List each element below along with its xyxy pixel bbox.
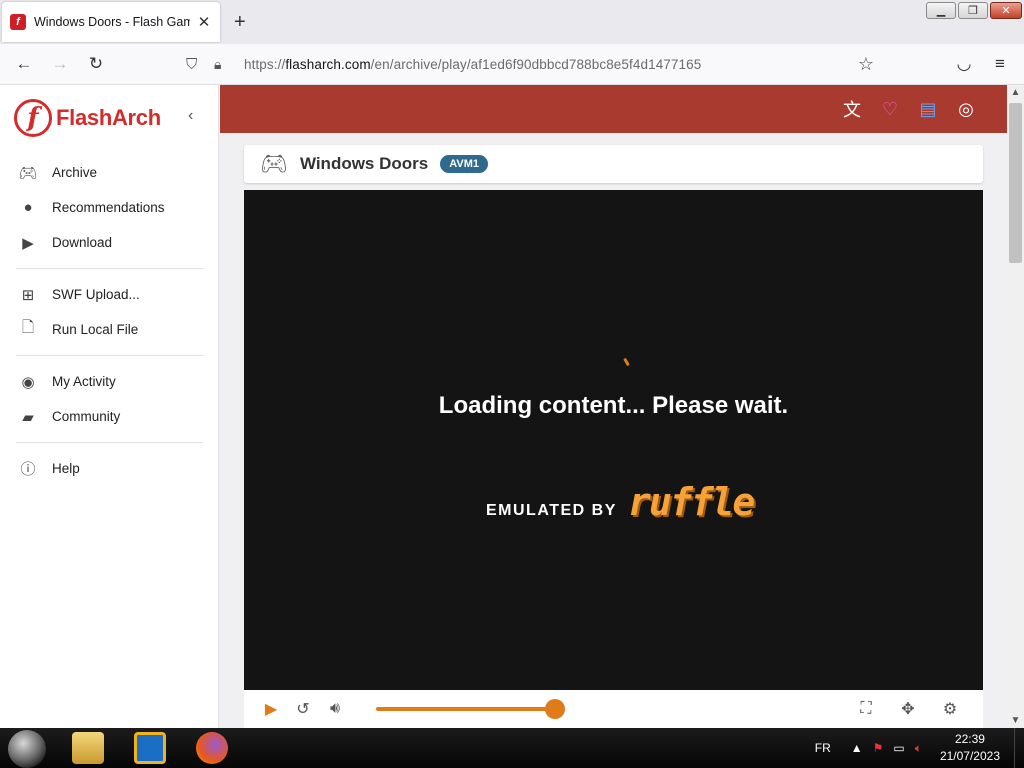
emulated-by-label: EMULATED BY xyxy=(486,502,617,519)
sidebar-item-recommendations[interactable]: ● Recommendations xyxy=(0,190,219,225)
chat-icon: ▰ xyxy=(22,408,34,426)
new-tab-icon[interactable]: + xyxy=(234,12,246,32)
restore-window-button[interactable]: ❐ xyxy=(958,2,988,19)
sidebar-item-archive[interactable]: 🎮︎ Archive xyxy=(0,155,219,190)
page-scrollbar[interactable]: ▲ ▼ xyxy=(1007,85,1024,728)
url-text[interactable]: https://flasharch.com/en/archive/play/af… xyxy=(244,57,701,72)
player-controls: ▶ ↺ 🔊︎ ⛶ ✥ ⚙ xyxy=(244,690,983,728)
menu-divider xyxy=(16,355,203,356)
file-explorer-icon[interactable] xyxy=(72,732,104,764)
sidebar-item-help[interactable]: ⓘ Help xyxy=(0,451,219,486)
gamepad-icon: 🎮︎ xyxy=(18,164,38,182)
gamepad-icon: 🎮︎ xyxy=(260,151,288,176)
close-tab-icon[interactable]: ✕ xyxy=(196,13,212,31)
brand-name: FlashArch xyxy=(56,105,161,130)
reload-icon[interactable]: ↻ xyxy=(84,52,108,76)
collapse-sidebar-chevron-icon[interactable]: ‹ xyxy=(188,107,193,125)
network-icon[interactable]: ▭ xyxy=(893,741,904,755)
windows-taskbar: FR ▲ ⚑ ▭ 🔈︎ 22:39 21/07/2023 xyxy=(0,728,1024,768)
sidebar-item-label: Recommendations xyxy=(52,200,165,215)
sidebar-item-label: Run Local File xyxy=(52,322,139,337)
system-tray: FR ▲ ⚑ ▭ 🔈︎ 22:39 21/07/2023 xyxy=(815,728,1024,768)
ruffle-logo[interactable]: ruffle xyxy=(628,480,755,524)
download-icon: ▶︎ xyxy=(22,234,34,252)
settings-gear-icon[interactable]: ⚙ xyxy=(939,698,961,720)
menu-divider xyxy=(16,442,203,443)
flasharch-logo-mark-icon: f xyxy=(14,99,52,137)
start-button[interactable] xyxy=(8,730,46,768)
help-icon: ⓘ xyxy=(20,461,36,478)
sidebar-item-label: Archive xyxy=(52,165,98,180)
tray-expand-icon[interactable]: ▲ xyxy=(851,741,863,755)
person-icon: ◉ xyxy=(21,373,35,391)
file-icon: 🗋︎ xyxy=(21,319,35,336)
translate-icon[interactable]: 文 xyxy=(841,98,863,120)
clock-date: 21/07/2023 xyxy=(939,749,1000,763)
play-icon[interactable]: ▶ xyxy=(260,698,282,720)
language-indicator[interactable]: FR xyxy=(815,741,831,755)
sidebar-item-label: My Activity xyxy=(52,374,116,389)
flasharch-logo[interactable]: f FlashArch xyxy=(14,99,161,137)
volume-muted-icon[interactable]: 🔈︎ xyxy=(915,741,922,756)
navigation-toolbar: ← → ↻ ⛉ 🔒︎ https://flasharch.com/en/arch… xyxy=(0,44,1024,85)
flasharch-favicon-icon: f xyxy=(10,14,26,30)
volume-icon[interactable]: 🔊︎ xyxy=(324,698,346,720)
sidebar-item-run-local-file[interactable]: 🗋︎ Run Local File xyxy=(0,312,219,347)
avm-badge: AVM1 xyxy=(440,155,488,173)
minimize-window-button[interactable]: ▁ xyxy=(926,2,956,19)
firefox-icon[interactable] xyxy=(196,732,228,764)
scroll-down-arrow-icon[interactable]: ▼ xyxy=(1007,715,1024,726)
sidebar-item-swf-upload[interactable]: ⊞ SWF Upload... xyxy=(0,277,219,312)
game-title: Windows Doors xyxy=(299,154,429,173)
back-arrow-icon[interactable]: ← xyxy=(12,52,36,76)
clock-time: 22:39 xyxy=(954,732,985,746)
sidebar-item-my-activity[interactable]: ◉ My Activity xyxy=(0,364,219,399)
bookmark-star-icon[interactable]: ☆ xyxy=(858,54,874,75)
address-bar[interactable]: ⛉ 🔒︎ https://flasharch.com/en/archive/pl… xyxy=(180,49,880,80)
flame-icon: ● xyxy=(23,199,33,216)
player-controls-right: ⛶ ✥ ⚙ xyxy=(855,698,971,720)
tracking-protection-shield-icon[interactable]: ⛉ xyxy=(186,56,206,73)
menu-divider xyxy=(16,268,203,269)
volume-slider[interactable] xyxy=(376,699,565,719)
sidebar-item-download[interactable]: ▶︎ Download xyxy=(0,225,219,260)
sidebar: f FlashArch ‹ 🎮︎ Archive ● Recommendatio… xyxy=(0,85,219,728)
virtualbox-icon[interactable] xyxy=(134,732,166,764)
scroll-up-arrow-icon[interactable]: ▲ xyxy=(1007,87,1024,98)
heart-icon[interactable]: ♡ xyxy=(879,98,901,120)
pocket-icon[interactable]: ◡ xyxy=(952,52,976,76)
sidebar-menu: 🎮︎ Archive ● Recommendations ▶︎ Download… xyxy=(0,155,219,486)
slider-knob[interactable] xyxy=(545,699,565,719)
active-tab[interactable]: f Windows Doors - Flash Games ✕ xyxy=(2,2,220,42)
window-controls: ▁ ❐ ✕ xyxy=(926,2,1022,19)
site-header: 文 ♡ ▤ ◎ xyxy=(220,85,1007,133)
show-desktop-button[interactable] xyxy=(1014,728,1024,768)
move-icon[interactable]: ✥ xyxy=(897,698,919,720)
forward-arrow-icon[interactable]: → xyxy=(48,52,72,76)
sidebar-item-label: SWF Upload... xyxy=(52,287,140,302)
sidebar-item-label: Community xyxy=(52,409,121,424)
close-window-button[interactable]: ✕ xyxy=(990,2,1022,19)
plus-box-icon: ⊞ xyxy=(21,286,35,304)
action-center-flag-icon[interactable]: ⚑ xyxy=(873,741,884,755)
tab-bar: f Windows Doors - Flash Games ✕ + ▁ ❐ ✕ xyxy=(0,0,1024,44)
sidebar-item-label: Help xyxy=(52,461,80,476)
ruffle-player[interactable]: Loading content... Please wait. EMULATED… xyxy=(244,190,983,690)
sidebar-item-community[interactable]: ▰ Community xyxy=(0,399,219,434)
hamburger-menu-icon[interactable]: ≡ xyxy=(988,52,1012,76)
loading-message: Loading content... Please wait. xyxy=(438,392,789,419)
sidebar-item-label: Download xyxy=(52,235,113,250)
game-header-card: 🎮︎ Windows Doors AVM1 xyxy=(244,145,983,183)
scrollbar-thumb[interactable] xyxy=(1009,103,1022,263)
clock[interactable]: 22:39 21/07/2023 xyxy=(940,731,1000,765)
loading-spinner-icon xyxy=(623,357,630,367)
padlock-icon[interactable]: 🔒︎ xyxy=(214,56,234,73)
feedback-icon[interactable]: ▤ xyxy=(917,98,939,120)
account-icon[interactable]: ◎ xyxy=(955,98,977,120)
fullscreen-icon[interactable]: ⛶ xyxy=(855,698,877,720)
tab-title: Windows Doors - Flash Games xyxy=(34,15,190,29)
page-viewport: f FlashArch ‹ 🎮︎ Archive ● Recommendatio… xyxy=(0,85,1024,728)
restart-icon[interactable]: ↺ xyxy=(292,698,314,720)
